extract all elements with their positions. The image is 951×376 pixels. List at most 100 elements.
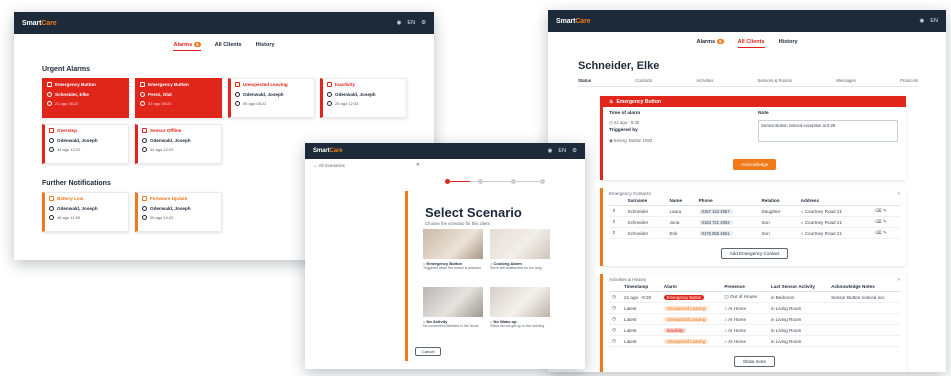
page-title: Select Scenario [425, 205, 522, 220]
alarm-bell-icon [47, 82, 52, 87]
clock-icon [235, 101, 240, 106]
history-table: Timestamp Alarm Presence Last Sensor Act… [609, 282, 900, 347]
clock-icon: ◷ [609, 120, 613, 125]
globe-icon[interactable]: ◉ [548, 148, 553, 154]
clock-icon [49, 215, 54, 220]
show-more-button[interactable]: Show more [733, 356, 776, 367]
clock-icon: ◷ [609, 313, 622, 325]
settings-icon[interactable]: ⚙ [421, 20, 426, 26]
edit-icon[interactable]: ✎ [883, 230, 887, 235]
tab-history[interactable]: History [779, 39, 798, 48]
clock-icon [142, 215, 147, 220]
acknowledge-button[interactable]: Acknowledge [733, 159, 777, 170]
note-textarea[interactable]: Sensor Button noticed exception at 8:29 [758, 120, 898, 142]
notification-card[interactable]: Battery Low Odenwald, Joseph 48 ago 11:5… [42, 192, 129, 232]
delete-icon[interactable]: ⌫ [875, 230, 882, 235]
tab-status[interactable]: Status [578, 78, 591, 83]
triggered-by-label: Triggered by [609, 128, 638, 133]
clock-icon: ◷ [609, 324, 622, 336]
smartcare-logo[interactable]: SmartCare [313, 148, 343, 154]
alarm-count-badge: 9 [194, 42, 201, 47]
table-row[interactable]: ◷ Latest Unexpected Leaving ⌂ At Home in… [609, 335, 900, 347]
home-icon: ⌂ [800, 208, 804, 214]
scenario-option[interactable]: ○ Emergency Button Triggered when the bu… [423, 229, 483, 281]
warning-icon [235, 82, 240, 87]
scenario-option[interactable]: ○ No Activity No movement detected in th… [423, 287, 483, 339]
alarm-card[interactable]: Emergency Button Schneider, Elke 21 ago … [42, 78, 129, 118]
scenario-option[interactable]: ○ Cooking Alarm Stove left unattended fo… [490, 229, 550, 281]
drag-handle-icon[interactable]: ⇕ [609, 227, 625, 239]
tab-alarms[interactable]: Alarms 9 [696, 39, 724, 48]
table-row[interactable]: ◷ 21 ago · 8:30 Emergency Button ◫ Out o… [609, 291, 900, 303]
alarm-panel: ♨ Emergency Button Time of alarm ◷ 21 ago… [600, 96, 906, 180]
chevron-up-icon[interactable]: ˄ [897, 277, 900, 282]
tab-all-clients[interactable]: All Clients [215, 42, 242, 51]
home-icon: ⌂ [800, 230, 804, 236]
battery-icon [49, 196, 54, 201]
app-header: SmartCare ◉ EN ⚙ [305, 143, 585, 159]
person-icon [140, 92, 145, 97]
clock-icon: ◷ [609, 335, 622, 347]
tab-all-clients[interactable]: All Clients [737, 39, 765, 48]
language-label[interactable]: EN [407, 20, 415, 26]
scenario-image [423, 287, 483, 317]
contacts-table: Surname Name Phone Relation Address ⇕ Sc… [609, 196, 900, 239]
smartcare-logo[interactable]: SmartCare [556, 18, 591, 25]
step-dot [540, 179, 545, 184]
table-row[interactable]: ◷ Latest Unexpected Leaving ⌂ At Home in… [609, 302, 900, 314]
tab-messages[interactable]: Messages [836, 78, 856, 83]
person-icon [142, 138, 147, 143]
contacts-title: Emergency Contacts [609, 191, 651, 196]
alarm-card[interactable]: Overstep Odenwald, Joseph 34 ago 10:22 [42, 124, 129, 164]
alarm-card[interactable]: Inactivity Odenwald, Joseph 25 ago 12:33 [320, 78, 407, 118]
table-row[interactable]: ◷ Latest Unexpected Leaving ⌂ At Home in… [609, 313, 900, 325]
table-row[interactable]: ⇕ Schneider Jona 0163 721 4002 Son ⌂ Cou… [609, 216, 900, 228]
back-link[interactable]: ← All Scenarios [313, 163, 345, 168]
urgent-alarms-title: Urgent Alarms [42, 66, 90, 73]
contacts-panel: Emergency Contacts ˄ Surname Name Phone R… [600, 188, 906, 266]
chevron-up-icon[interactable]: ˄ [897, 191, 900, 196]
app-header: SmartCare ◉ EN ⚙ [14, 12, 434, 34]
button-icon: ◉ [609, 138, 613, 143]
tab-history[interactable]: History [256, 42, 275, 51]
alarm-card[interactable]: Emergency Button Perez, Olat 32 ago 08:2… [135, 78, 222, 118]
globe-icon[interactable]: ◉ [397, 20, 402, 26]
delete-icon[interactable]: ⌫ [875, 219, 882, 224]
language-label[interactable]: EN [558, 148, 566, 154]
main-nav: Alarms 9 All Clients History [548, 32, 946, 52]
sensor-offline-icon [142, 128, 147, 133]
notification-card[interactable]: Firmware Update Odenwald, Joseph 25 ago … [135, 192, 222, 232]
alarm-bell-icon: ♨ [609, 98, 614, 105]
client-name: Schneider, Elke [578, 60, 660, 72]
delete-icon[interactable]: ⌫ [875, 208, 882, 213]
person-icon [49, 206, 54, 211]
client-detail-window: SmartCare ◉ EN Alarms 9 All Clients Histo… [548, 10, 946, 372]
home-icon: ⌂ [800, 219, 804, 225]
door-icon: ◫ [724, 294, 729, 299]
close-icon[interactable]: ✕ [416, 162, 420, 168]
tab-activities[interactable]: Activities [696, 78, 713, 83]
alarm-card[interactable]: Sensor Offline Odenwald, Joseph 44 ago 1… [135, 124, 222, 164]
language-label[interactable]: EN [930, 18, 938, 24]
edit-icon[interactable]: ✎ [883, 219, 887, 224]
scenario-image [423, 229, 483, 259]
home-icon: ⌂ [724, 316, 728, 322]
drag-handle-icon[interactable]: ⇕ [609, 216, 625, 228]
drag-handle-icon[interactable]: ⇕ [609, 205, 625, 217]
tab-sensors-rooms[interactable]: Sensors & Rooms [758, 78, 793, 83]
scenario-option[interactable]: ○ No Wake-up Client did not get up in th… [490, 287, 550, 339]
table-row[interactable]: ⇕ Schneider Erik 0176 855 4561 Son ⌂ Cou… [609, 227, 900, 239]
cancel-button[interactable]: Cancel [415, 347, 442, 356]
tab-alarms[interactable]: Alarms 9 [173, 42, 201, 51]
settings-icon[interactable]: ⚙ [572, 148, 577, 154]
edit-icon[interactable]: ✎ [883, 208, 887, 213]
table-row[interactable]: ⇕ Schneider Laura 0157 123 4567 Daughter… [609, 205, 900, 217]
tab-protocols[interactable]: Protocols [900, 78, 918, 83]
globe-icon[interactable]: ◉ [920, 18, 925, 24]
table-row[interactable]: ◷ Latest Inactivity ⌂ At Home in Living … [609, 324, 900, 336]
alarm-card[interactable]: Unexpected Leaving Odenwald, Joseph 55 a… [228, 78, 315, 118]
smartcare-logo[interactable]: SmartCare [22, 20, 57, 27]
tab-contacts[interactable]: Contacts [635, 78, 652, 83]
home-icon: ⌂ [724, 338, 728, 344]
add-emergency-contact-button[interactable]: Add Emergency Contact [720, 248, 789, 259]
